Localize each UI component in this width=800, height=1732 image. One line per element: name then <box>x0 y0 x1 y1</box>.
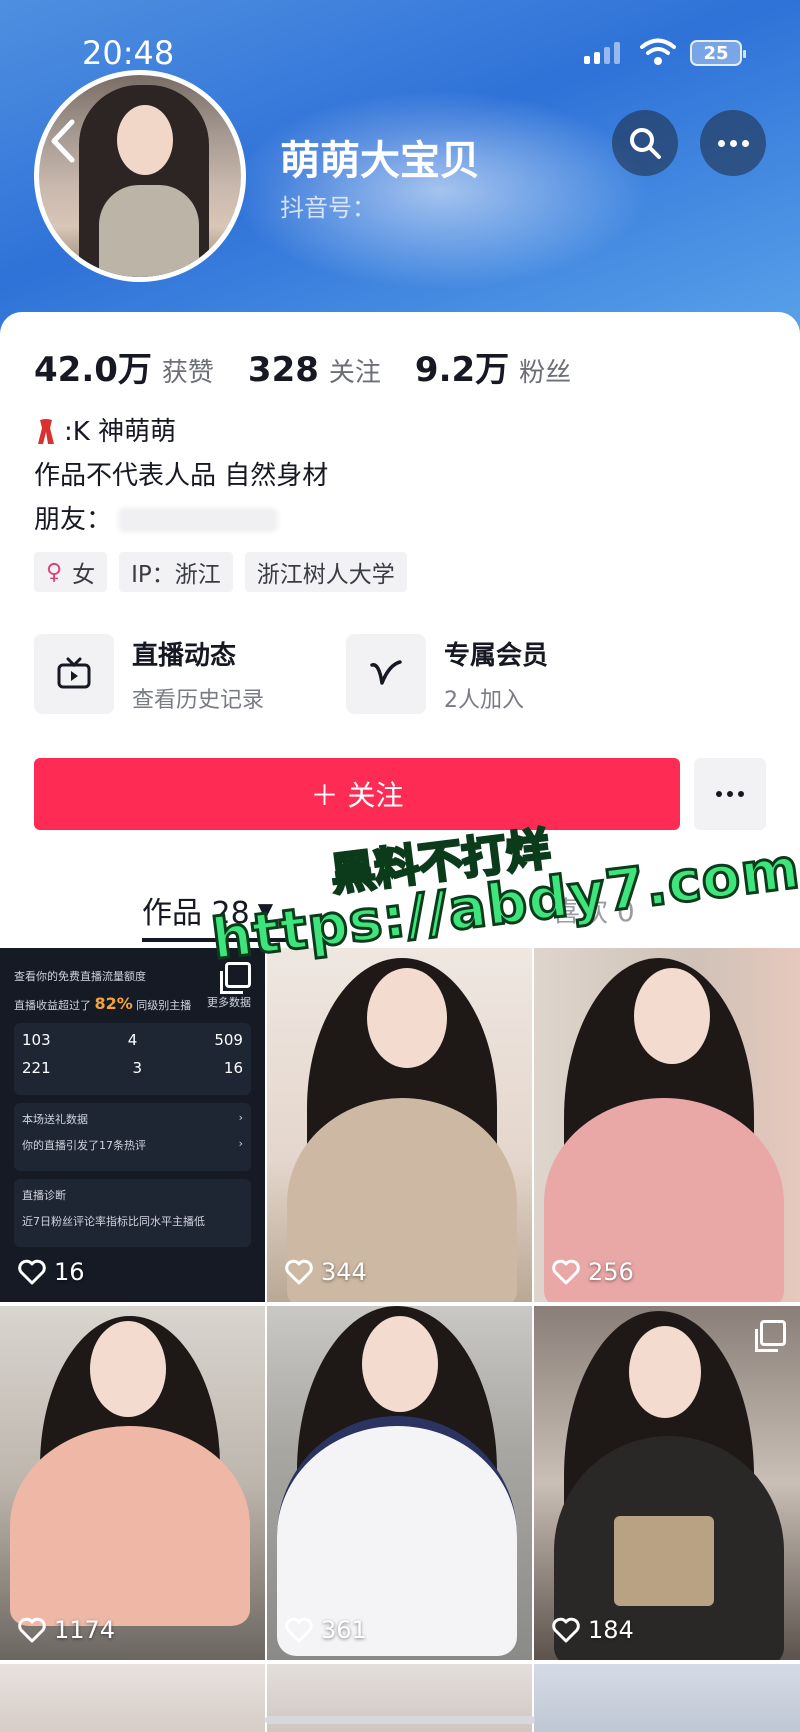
avatar[interactable] <box>34 70 246 282</box>
live-history-entry[interactable]: 直播动态 查看历史记录 <box>34 634 346 714</box>
post-like-count: 344 <box>285 1258 367 1286</box>
heart-icon <box>552 1259 580 1285</box>
douyin-id: 抖音号： <box>280 194 376 222</box>
profile-stats: 42.0万 获赞 328 关注 9.2万 粉丝 <box>34 342 571 391</box>
tag-ip: IP：浙江 <box>119 552 233 592</box>
ellipsis-icon <box>716 791 744 797</box>
profile-bio: :K 神萌萌 作品不代表人品 自然身材 朋友： <box>34 410 328 542</box>
feature-subtitle: 2人加入 <box>444 687 524 713</box>
bio-line: 作品不代表人品 自然身材 <box>34 461 329 491</box>
status-bar: 20:48 25 <box>0 0 800 100</box>
wifi-icon <box>640 38 676 65</box>
post-like-count: 256 <box>552 1258 634 1286</box>
post-thumbnail[interactable] <box>0 1664 265 1732</box>
stat-label: 获赞 <box>161 358 214 388</box>
profile-nickname: 萌萌大宝贝 <box>280 138 480 184</box>
chevron-left-icon <box>51 119 75 163</box>
follow-button[interactable]: ＋ 关注 <box>34 758 680 830</box>
tag-label: 浙江树人大学 <box>256 562 395 588</box>
post-thumbnail[interactable]: 1174 <box>0 1306 265 1660</box>
tag-school[interactable]: 浙江树人大学 <box>244 552 407 592</box>
stat-likes[interactable]: 42.0万 获赞 <box>34 342 214 391</box>
profile-tags: ♀ 女 IP：浙江 浙江树人大学 <box>34 552 407 592</box>
home-indicator[interactable] <box>265 1716 535 1724</box>
stat-label: 关注 <box>328 358 381 388</box>
heart-icon <box>285 1259 313 1285</box>
stat-value: 9.2万 <box>414 350 510 390</box>
stat-followers[interactable]: 9.2万 粉丝 <box>415 342 571 391</box>
post-thumbnail[interactable]: 查看你的免费直播流量额度 直播收益超过了 82% 同级别主播 更多数据 103 4… <box>0 948 265 1302</box>
heart-icon <box>285 1617 313 1643</box>
post-like-count: 1174 <box>18 1616 115 1644</box>
heart-icon <box>18 1259 46 1285</box>
bio-line: 朋友： <box>34 505 113 535</box>
cellular-signal-icon <box>584 42 620 64</box>
female-icon: ♀ <box>46 559 63 585</box>
live-stats-income: 直播收益超过了 82% 同级别主播 更多数据 <box>14 994 251 1013</box>
multi-image-icon <box>755 1320 786 1352</box>
feature-title: 直播动态 <box>132 640 237 671</box>
search-icon <box>630 128 661 159</box>
post-thumbnail[interactable] <box>534 1664 800 1732</box>
heart-icon <box>552 1617 580 1643</box>
ellipsis-icon <box>717 139 749 147</box>
tag-label: IP：浙江 <box>131 562 221 588</box>
scarf-emoji-icon <box>38 419 54 444</box>
posts-grid: 查看你的免费直播流量额度 直播收益超过了 82% 同级别主播 更多数据 103 4… <box>0 948 800 1660</box>
live-stats-diagnosis: 直播诊断 近7日粉丝评论率指标比同水平主播低 <box>14 1179 251 1247</box>
tag-gender: ♀ 女 <box>34 552 108 592</box>
back-button[interactable] <box>46 116 86 172</box>
status-time: 20:48 <box>82 34 175 72</box>
blurred-text <box>118 508 279 532</box>
live-stats-numbers: 103 4 509 221 3 16 <box>14 1023 251 1095</box>
heart-icon <box>18 1617 46 1643</box>
post-like-count: 361 <box>285 1616 367 1644</box>
post-like-count: 184 <box>552 1616 634 1644</box>
post-thumbnail[interactable]: 344 <box>267 948 532 1302</box>
live-stats-gifts: 本场送礼数据 › 你的直播引发了17条热评 › <box>14 1103 251 1171</box>
feature-title: 专属会员 <box>444 640 549 671</box>
post-thumbnail[interactable]: 361 <box>267 1306 532 1660</box>
v-icon <box>346 634 426 714</box>
tv-icon <box>34 634 114 714</box>
more-options-button[interactable] <box>700 110 766 176</box>
feature-entries: 直播动态 查看历史记录 专属会员 2人加入 <box>34 634 658 714</box>
stat-following[interactable]: 328 关注 <box>248 350 381 390</box>
search-button[interactable] <box>612 110 678 176</box>
bio-line: :K 神萌萌 <box>64 417 177 447</box>
stat-label: 粉丝 <box>519 358 572 388</box>
battery-icon: 25 <box>690 40 746 66</box>
feature-subtitle: 查看历史记录 <box>132 687 265 713</box>
tag-label: 女 <box>72 562 96 588</box>
follow-more-button[interactable] <box>694 758 766 830</box>
stat-value: 328 <box>247 350 319 390</box>
post-thumbnail[interactable]: 256 <box>534 948 800 1302</box>
membership-entry[interactable]: 专属会员 2人加入 <box>346 634 658 714</box>
post-thumbnail[interactable]: 184 <box>534 1306 800 1660</box>
post-like-count: 16 <box>18 1258 85 1286</box>
stat-value: 42.0万 <box>34 350 152 390</box>
